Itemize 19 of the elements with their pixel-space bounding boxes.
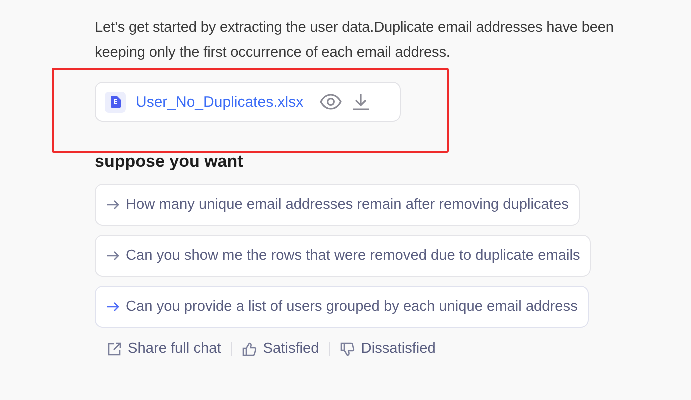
action-button[interactable]: Share full chat (107, 341, 222, 357)
message-text: Let’s get started by extracting the user data.Duplicate email addresses have been (95, 19, 614, 38)
download-icon[interactable] (352, 93, 370, 111)
arrow-icon (107, 251, 120, 261)
action-button[interactable]: Dissatisfied (340, 341, 436, 357)
spreadsheet-file-icon (105, 92, 126, 112)
suggestion-button[interactable]: Can you show me the rows that were removed due to duplicate emails (95, 235, 592, 277)
suggestion-button[interactable]: Can you provide a list of users grouped by each unique email address (95, 286, 589, 328)
suggestion-button[interactable]: How many unique email addresses remain after removing duplicates (95, 184, 580, 226)
share-icon (107, 342, 122, 356)
eye-icon[interactable] (320, 94, 342, 110)
message-text: keeping only the first occurrence of each email address. (95, 44, 452, 63)
action-button[interactable]: Satisfied (242, 341, 320, 357)
thumbs-up-icon (242, 342, 258, 356)
section-heading: suppose you want (95, 152, 244, 172)
thumbs-down-icon (340, 342, 356, 356)
file-link[interactable]: User_No_Duplicates.xlsx (136, 94, 304, 110)
arrow-icon (107, 302, 120, 312)
arrow-icon (107, 200, 120, 210)
